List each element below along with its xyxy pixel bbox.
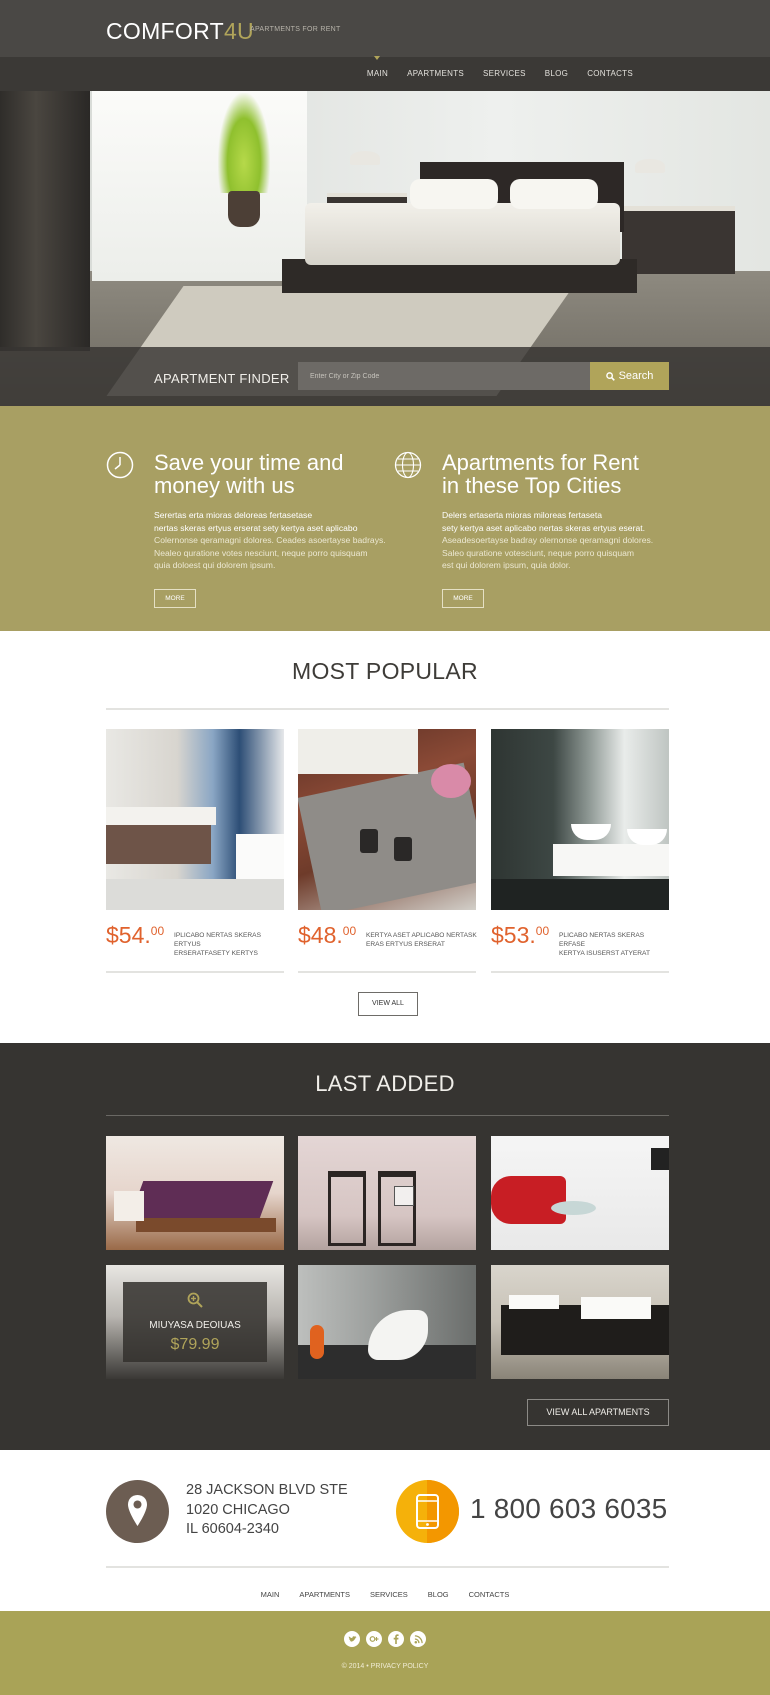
apartment-photo-featured[interactable]: MIUYASA DEOIUAS $79.99 <box>106 1265 284 1379</box>
features-section: Save your time and money with us Serertas… <box>0 406 770 631</box>
search-button[interactable]: Search <box>590 362 669 390</box>
apartment-description: PLICABO NERTAS SKERAS ERFASE KERTYA ISUSE… <box>559 932 650 957</box>
section-title-last-added: LAST ADDED <box>315 1071 455 1096</box>
top-header: COMFORT4U APARTMENTS FOR RENT <box>0 0 770 57</box>
phone-number[interactable]: 1 800 603 6035 <box>470 1493 667 1525</box>
footer-nav-services[interactable]: SERVICES <box>370 1590 408 1599</box>
card-divider <box>298 971 476 973</box>
social-links <box>0 1631 770 1647</box>
map-pin-icon <box>128 1495 147 1526</box>
logo-main: COMFORT <box>106 18 224 44</box>
feature-title: Apartments for Rent in these Top Cities <box>442 450 639 498</box>
search-button-label: Search <box>618 370 654 382</box>
footer-nav-contacts[interactable]: CONTACTS <box>469 1590 510 1599</box>
google-plus-icon[interactable] <box>366 1631 382 1647</box>
address-badge <box>106 1480 169 1543</box>
feature-body: Aseadesoertayse badray olernonse qeramag… <box>442 535 654 570</box>
search-icon <box>605 371 615 381</box>
footer: © 2014 • PRIVACY POLICY <box>0 1611 770 1695</box>
rss-icon[interactable] <box>410 1631 426 1647</box>
phone-badge <box>396 1480 459 1543</box>
popular-card[interactable]: $54.00 IPLICABO NERTAS SKERAS ERTYUS ERSE… <box>106 729 284 973</box>
zoom-icon[interactable] <box>187 1292 203 1308</box>
view-all-button[interactable]: VIEW ALL <box>358 992 418 1016</box>
card-divider <box>106 971 284 973</box>
apartment-photo-bathroom[interactable] <box>106 729 284 910</box>
apartment-price: $79.99 <box>170 1336 220 1353</box>
apartment-photo-living-room[interactable] <box>298 729 476 910</box>
nav-item-contacts[interactable]: CONTACTS <box>587 57 633 91</box>
apartment-hover-card[interactable]: MIUYASA DEOIUAS $79.99 <box>123 1282 267 1362</box>
apartment-description: IPLICABO NERTAS SKERAS ERTYUS ERSERATFASE… <box>174 932 261 957</box>
divider <box>106 708 669 710</box>
address: 28 JACKSON BLVD STE 1020 CHICAGO IL 60604-… <box>186 1482 348 1537</box>
copyright-text: © 2014 <box>341 1663 365 1670</box>
view-all-apartments-button[interactable]: VIEW ALL APARTMENTS <box>527 1399 669 1426</box>
copyright-separator: • <box>366 1663 369 1670</box>
finder-label: APARTMENT FINDER <box>154 371 290 386</box>
facebook-icon[interactable] <box>388 1631 404 1647</box>
section-title-most-popular: MOST POPULAR <box>292 658 478 684</box>
mobile-phone-icon <box>416 1494 439 1529</box>
price: $54.00 <box>106 922 165 948</box>
tagline: APARTMENTS FOR RENT <box>250 26 341 33</box>
copyright: © 2014 • PRIVACY POLICY <box>0 1663 770 1670</box>
feature-lead: Delers ertaserta mioras miloreas fertase… <box>442 510 646 533</box>
main-nav: MAIN APARTMENTS SERVICES BLOG CONTACTS <box>348 56 633 91</box>
nav-item-blog[interactable]: BLOG <box>545 57 568 91</box>
globe-icon <box>394 451 422 479</box>
twitter-icon[interactable] <box>344 1631 360 1647</box>
apartment-photo-bedroom[interactable] <box>106 1136 284 1250</box>
logo[interactable]: COMFORT4U <box>106 18 254 45</box>
feature-body: Colernonse qeramagni dolores. Ceades aso… <box>154 535 386 570</box>
divider <box>106 1566 669 1568</box>
price: $53.00 <box>491 922 550 948</box>
apartment-description: KERTYA ASET APLICABO NERTASK ERAS ERTYUS … <box>366 932 477 948</box>
contact-section: 28 JACKSON BLVD STE 1020 CHICAGO IL 60604-… <box>0 1450 770 1611</box>
nav-item-main[interactable]: MAIN <box>367 56 388 91</box>
main-nav-bar: MAIN APARTMENTS SERVICES BLOG CONTACTS <box>0 56 770 91</box>
more-button[interactable]: MORE <box>154 589 196 608</box>
apartment-photo-chairs[interactable] <box>298 1136 476 1250</box>
apartment-photo-vanity[interactable] <box>491 1265 669 1379</box>
footer-nav-main[interactable]: MAIN <box>261 1590 280 1599</box>
feature-title: Save your time and money with us <box>154 450 344 498</box>
price: $48.00 <box>298 922 357 948</box>
footer-nav: MAIN APARTMENTS SERVICES BLOG CONTACTS <box>0 1590 770 1599</box>
popular-card[interactable]: $48.00 KERTYA ASET APLICABO NERTASK ERAS … <box>298 729 477 973</box>
privacy-policy-link[interactable]: PRIVACY POLICY <box>371 1663 429 1670</box>
last-added-section: LAST ADDED MIUYASA DEOIUAS $79.99 VIEW A… <box>0 1043 770 1450</box>
city-zip-input[interactable] <box>298 362 590 390</box>
nav-item-apartments[interactable]: APARTMENTS <box>407 57 464 91</box>
apartment-photo-red-sofa[interactable] <box>491 1136 669 1250</box>
apartment-finder: APARTMENT FINDER Search <box>0 347 770 406</box>
nav-item-services[interactable]: SERVICES <box>483 57 526 91</box>
apartment-photo-washroom[interactable] <box>491 729 669 910</box>
more-button[interactable]: MORE <box>442 589 484 608</box>
card-divider <box>491 971 669 973</box>
apartment-photo-lounge-chair[interactable] <box>298 1265 476 1379</box>
footer-nav-blog[interactable]: BLOG <box>428 1590 449 1599</box>
apartment-name: MIUYASA DEOIUAS <box>149 1320 241 1331</box>
footer-nav-apartments[interactable]: APARTMENTS <box>299 1590 350 1599</box>
popular-card[interactable]: $53.00 PLICABO NERTAS SKERAS ERFASE KERTY… <box>491 729 669 973</box>
divider <box>106 1115 669 1116</box>
feature-lead: Serertas erta mioras deloreas fertasetas… <box>154 510 358 533</box>
clock-icon <box>106 451 134 479</box>
